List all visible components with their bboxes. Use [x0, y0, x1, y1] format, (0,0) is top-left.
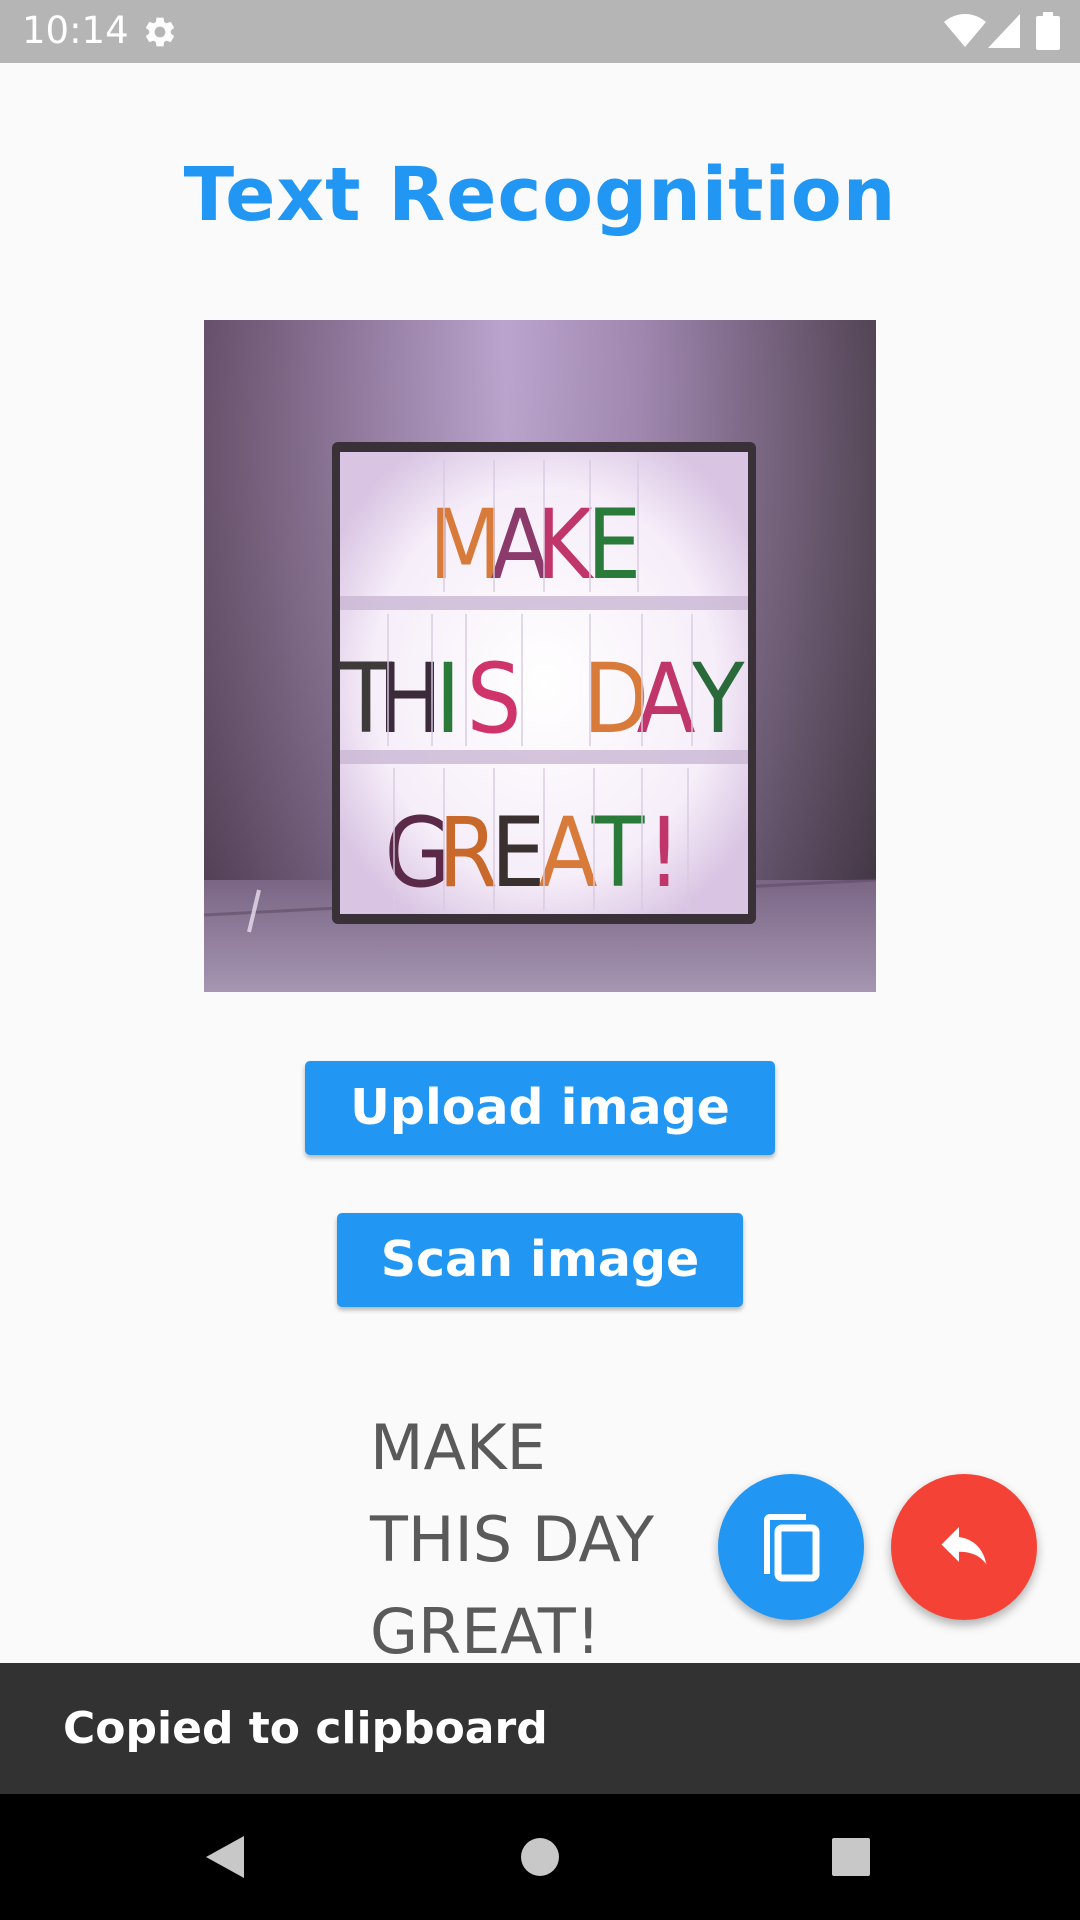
back-button[interactable]	[162, 1794, 288, 1920]
wifi-icon	[944, 14, 986, 48]
svg-text:E: E	[587, 489, 642, 601]
svg-text:S: S	[467, 643, 522, 755]
settings-icon	[142, 14, 178, 50]
svg-text:I: I	[435, 643, 460, 755]
svg-text:Y: Y	[691, 643, 746, 755]
svg-text:A: A	[538, 797, 597, 909]
scan-image-button[interactable]: Scan image	[337, 1213, 743, 1307]
navigation-bar	[0, 1794, 1080, 1920]
svg-text:E: E	[491, 797, 546, 909]
snackbar-message: Copied to clipboard	[63, 1703, 548, 1754]
upload-image-button[interactable]: Upload image	[305, 1061, 775, 1155]
home-button[interactable]	[477, 1794, 603, 1920]
battery-icon	[1036, 12, 1060, 50]
page-title: Text Recognition	[183, 152, 897, 238]
snackbar: Copied to clipboard	[0, 1663, 1080, 1794]
svg-text:A: A	[636, 643, 695, 755]
svg-text:!: !	[647, 797, 682, 909]
preview-image: M A K E T H I S D A Y G R E A T !	[204, 320, 876, 992]
home-icon	[521, 1838, 559, 1876]
copy-icon	[760, 1512, 822, 1582]
copy-fab-button[interactable]	[718, 1474, 864, 1620]
recents-icon	[832, 1838, 870, 1876]
recognized-text-line: THIS DAY	[370, 1503, 654, 1576]
reply-icon	[934, 1524, 994, 1570]
signal-icon	[988, 14, 1020, 48]
share-fab-button[interactable]	[891, 1474, 1037, 1620]
recognized-text: MAKE THIS DAY GREAT!	[370, 1402, 750, 1678]
status-time: 10:14	[22, 9, 129, 52]
svg-text:R: R	[438, 797, 498, 909]
recognized-text-line: MAKE	[370, 1411, 546, 1484]
svg-text:T: T	[591, 797, 646, 909]
recents-button[interactable]	[788, 1794, 914, 1920]
back-icon	[206, 1836, 244, 1878]
status-bar: 10:14	[0, 0, 1080, 63]
